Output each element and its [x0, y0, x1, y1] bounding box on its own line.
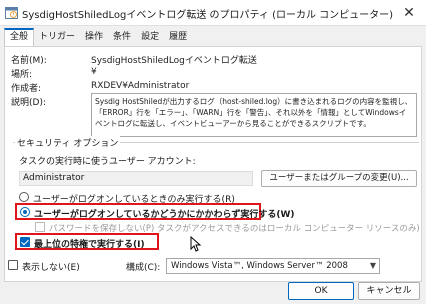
ok-button[interactable]: OK — [288, 282, 354, 300]
tab-history[interactable]: 履歴 — [164, 28, 192, 46]
radio-run-whether-logged-on-label[interactable]: ユーザーがログオンしているかどうかにかかわらず実行する(W) — [34, 207, 295, 220]
radio-logged-on-only[interactable] — [19, 192, 29, 202]
close-button[interactable]: ✕ — [398, 3, 420, 23]
run-as-label: タスクの実行時に使うユーザー アカウント: — [19, 157, 196, 167]
window-title: SysdigHostShiledLogイベントログ転送 のプロパティ (ローカル… — [22, 10, 394, 21]
checkbox-no-store-password[interactable] — [35, 222, 45, 232]
description-label: 説明(D): — [11, 98, 46, 108]
chevron-down-icon: ▼ — [369, 261, 376, 270]
radio-run-whether-logged-on[interactable] — [20, 207, 30, 217]
description-field[interactable]: Sysdig HostShiledが出力するログ（host-shiled.log… — [91, 93, 417, 137]
configure-for-dropdown[interactable]: Windows Vista™, Windows Server™ 2008 ▼ — [166, 258, 380, 274]
tab-general[interactable]: 全般 — [4, 28, 35, 46]
general-tab-panel: 名前(M): SysdigHostShiledLogイベントログ転送 場所: ¥… — [4, 46, 422, 282]
run-as-account-field: Administrator — [19, 171, 253, 186]
checkbox-hidden-label[interactable]: 表示しない(E) — [22, 260, 80, 273]
tab-actions[interactable]: 操作 — [80, 28, 108, 46]
cancel-button[interactable]: キャンセル — [358, 282, 420, 300]
tab-conditions[interactable]: 条件 — [108, 28, 136, 46]
location-label: 場所: — [11, 70, 33, 80]
checkbox-hidden[interactable] — [8, 260, 18, 270]
author-value: RXDEV¥Administrator — [91, 81, 190, 91]
tab-settings[interactable]: 設定 — [136, 28, 164, 46]
location-value: ¥ — [91, 67, 97, 77]
author-label: 作成者: — [11, 84, 42, 94]
configure-label: 構成(C): — [126, 263, 161, 273]
name-value[interactable]: SysdigHostShiledLogイベントログ転送 — [91, 53, 257, 66]
task-scheduler-icon — [5, 7, 18, 19]
change-user-button[interactable]: ユーザーまたはグループの変更(U)... — [261, 170, 417, 187]
title-bar: SysdigHostShiledLogイベントログ転送 のプロパティ (ローカル… — [0, 0, 426, 26]
checkbox-highest-privileges[interactable] — [20, 237, 30, 247]
mouse-pointer-icon — [190, 236, 202, 252]
configure-for-value: Windows Vista™, Windows Server™ 2008 — [171, 261, 348, 271]
checkbox-highest-privileges-label[interactable]: 最上位の特権で実行する(I) — [34, 237, 145, 250]
tab-triggers[interactable]: トリガー — [34, 28, 80, 46]
tab-bar: 全般 トリガー 操作 条件 設定 履歴 — [4, 28, 192, 46]
security-group-label: セキュリティ オプション — [15, 136, 121, 149]
name-label: 名前(M): — [11, 56, 47, 66]
